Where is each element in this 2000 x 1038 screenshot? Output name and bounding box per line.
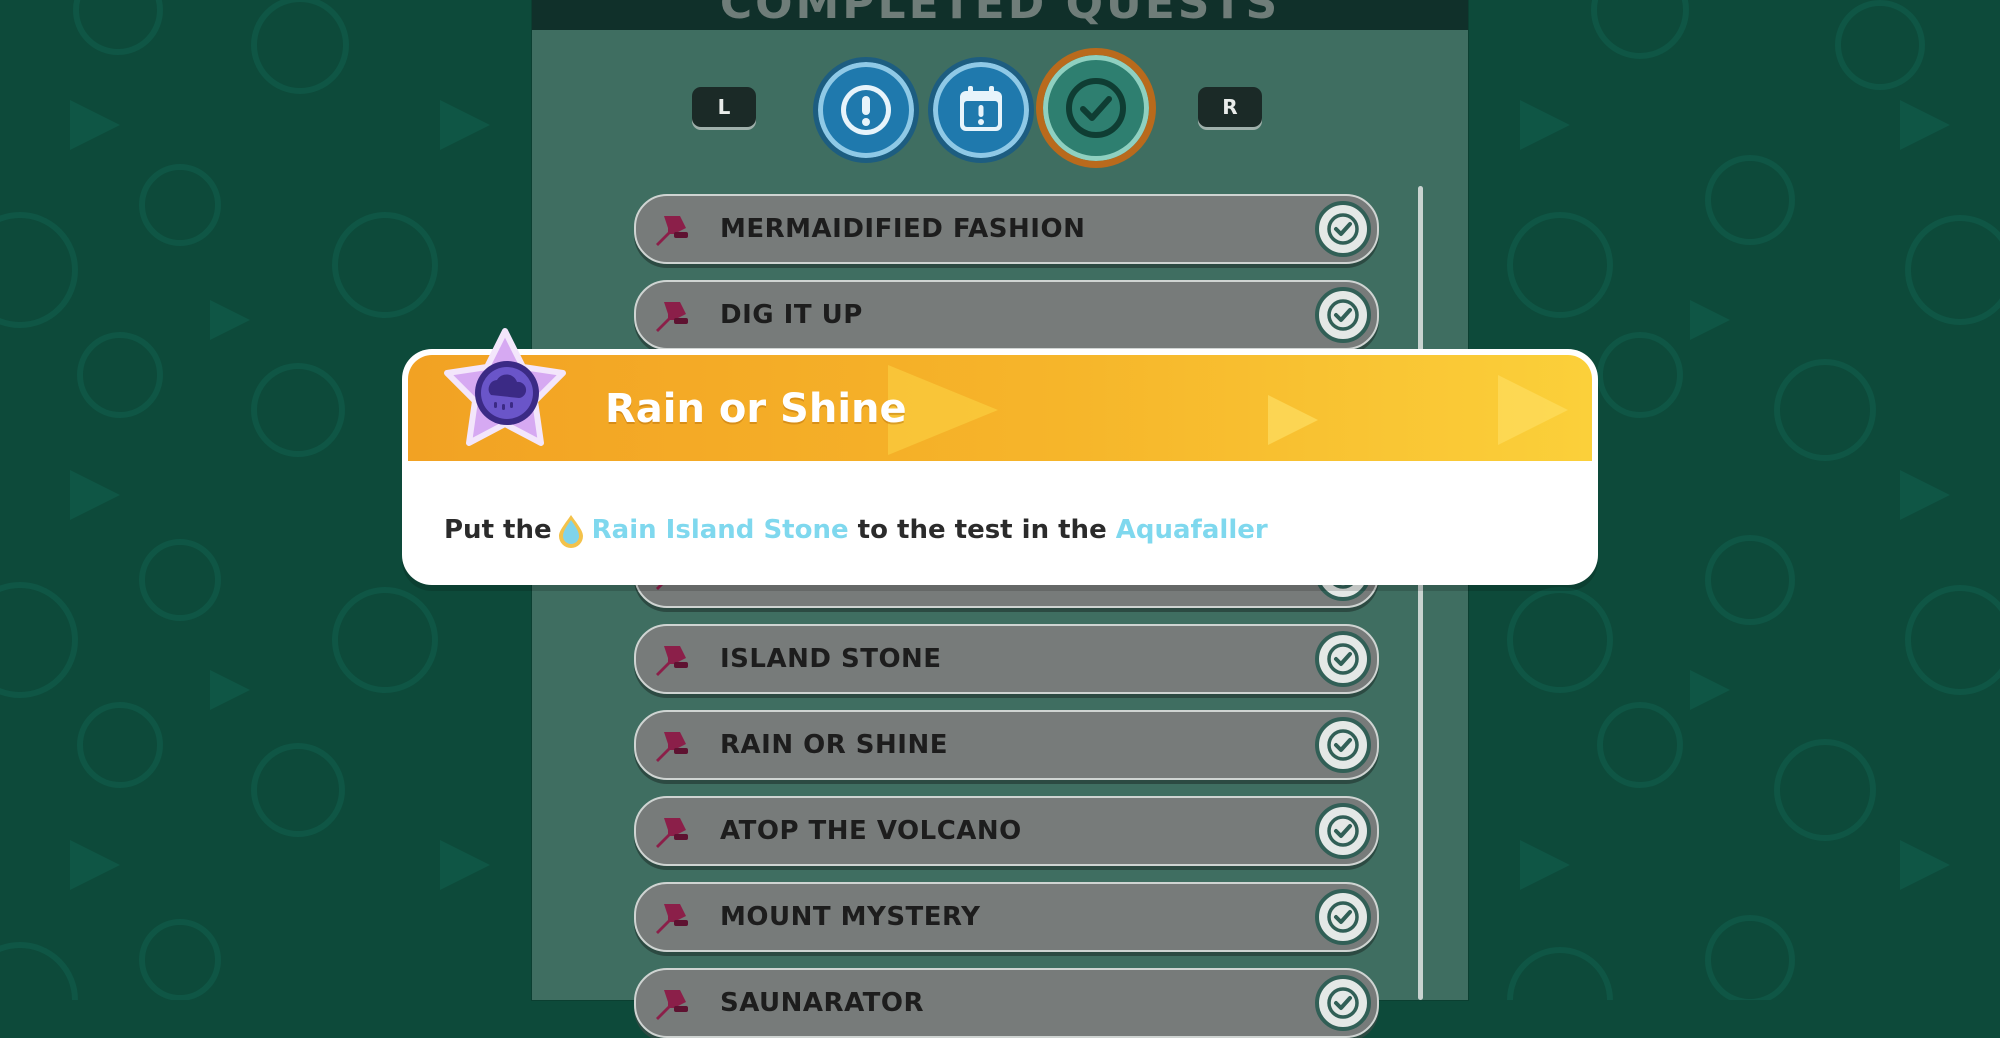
pin-icon xyxy=(656,990,688,1020)
quest-name: MERMAIDIFIED FASHION xyxy=(720,214,1086,244)
quest-list-scrollbar[interactable] xyxy=(1418,186,1423,1000)
check-icon xyxy=(1315,803,1371,859)
left-shoulder-button[interactable]: L xyxy=(692,87,756,127)
pin-icon xyxy=(656,646,688,676)
check-icon xyxy=(1315,201,1371,257)
pin-icon xyxy=(656,302,688,332)
tab-completed[interactable] xyxy=(1036,48,1156,168)
quest-row[interactable]: MERMAIDIFIED FASHION xyxy=(634,194,1379,264)
calendar-exclamation-icon xyxy=(960,86,1002,131)
desc-prefix: Put the xyxy=(444,515,552,545)
popup-description: Put the Rain Island Stone to the test in … xyxy=(444,502,1268,558)
quest-row[interactable]: ATOP THE VOLCANO xyxy=(634,796,1379,866)
pin-icon xyxy=(656,216,688,246)
quest-name: SAUNARATOR xyxy=(720,988,925,1018)
exclamation-icon xyxy=(841,85,891,135)
popup-banner xyxy=(408,355,1592,461)
desc-item-link[interactable]: Rain Island Stone xyxy=(592,515,849,545)
tab-calendar[interactable] xyxy=(928,57,1034,163)
quest-name: RAIN OR SHINE xyxy=(720,730,948,760)
check-icon xyxy=(1315,975,1371,1031)
check-icon xyxy=(1315,717,1371,773)
right-shoulder-button[interactable]: R xyxy=(1198,87,1262,127)
quest-name: MOUNT MYSTERY xyxy=(720,902,981,932)
quest-row[interactable]: MOUNT MYSTERY xyxy=(634,882,1379,952)
panel-header: COMPLETED QUESTS xyxy=(532,0,1468,30)
check-icon xyxy=(1315,631,1371,687)
quest-name: ATOP THE VOLCANO xyxy=(720,816,1022,846)
panel-title: COMPLETED QUESTS xyxy=(719,0,1281,29)
rain-cloud-star-icon xyxy=(444,328,566,446)
desc-location-link[interactable]: Aquafaller xyxy=(1116,515,1268,545)
quest-row[interactable]: ISLAND STONE xyxy=(634,624,1379,694)
popup-title: Rain or Shine xyxy=(605,386,907,432)
desc-middle: to the test in the xyxy=(857,515,1107,545)
checkmark-icon xyxy=(1066,78,1126,138)
droplet-icon xyxy=(558,514,583,548)
banner-triangles xyxy=(888,365,1568,455)
check-icon xyxy=(1315,287,1371,343)
quest-row[interactable]: RAIN OR SHINE xyxy=(634,710,1379,780)
quest-row[interactable]: DIG IT UP xyxy=(634,280,1379,350)
check-icon xyxy=(1315,889,1371,945)
quest-name: DIG IT UP xyxy=(720,300,863,330)
pin-icon xyxy=(656,904,688,934)
pin-icon xyxy=(656,732,688,762)
pin-icon xyxy=(656,818,688,848)
quest-row[interactable]: SAUNARATOR xyxy=(634,968,1379,1038)
quest-name: ISLAND STONE xyxy=(720,644,942,674)
tab-quests[interactable] xyxy=(813,57,919,163)
